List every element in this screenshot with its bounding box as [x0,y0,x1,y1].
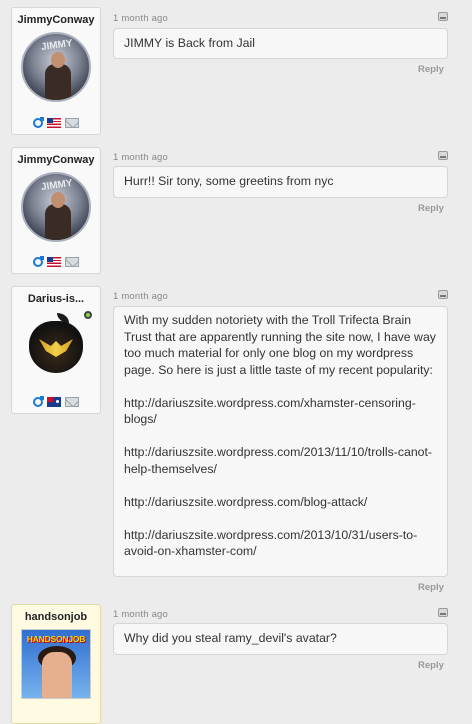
comment-time: 1 month ago [113,13,169,24]
blog-link[interactable]: http://dariuszsite.wordpress.com/blog-at… [124,494,437,511]
comment-time: 1 month ago [113,152,169,163]
reply-link[interactable]: Reply [418,64,444,75]
mail-icon[interactable] [65,118,79,128]
user-card: Darius-is... [11,286,101,414]
comment-item: JimmyConway JIMMY 1 month ago JIMMY is B… [0,0,472,140]
male-icon [33,256,44,267]
comment-bubble: Why did you steal ramy_devil's avatar? [113,623,448,655]
avatar[interactable]: JIMMY [21,172,91,242]
male-icon [33,396,44,407]
username-link[interactable]: handsonjob [12,611,100,623]
username-link[interactable]: JimmyConway [12,154,100,166]
user-card: JimmyConway JIMMY [11,147,101,274]
user-card: handsonjob HANDSONJOB [11,604,101,724]
avatar-caption: HANDSONJOB [26,634,86,644]
avatar[interactable]: JIMMY [21,32,91,102]
comment-item: Darius-is... 1 month ago With my sudden … [0,280,472,600]
blog-link[interactable]: http://dariuszsite.wordpress.com/2013/11… [124,444,437,477]
us-flag-icon [47,118,61,128]
comment-item: handsonjob HANDSONJOB 1 month ago Why di… [0,600,472,724]
avatar-caption: JIMMY [40,37,74,54]
avatar-caption: JIMMY [40,177,74,194]
reply-link[interactable]: Reply [418,203,444,214]
avatar-head [51,192,65,208]
comment-time: 1 month ago [113,609,169,620]
comment-bubble: Hurr!! Sir tony, some greetins from nyc [113,166,448,198]
report-icon[interactable] [438,151,448,160]
mail-icon[interactable] [65,397,79,407]
avatar-head [51,52,65,68]
reply-link[interactable]: Reply [418,660,444,671]
comment-text: JIMMY is Back from Jail [124,36,255,50]
report-icon[interactable] [438,290,448,299]
comment-text: Why did you steal ramy_devil's avatar? [124,631,337,645]
online-status-icon [84,311,92,319]
avatar[interactable] [21,311,91,381]
mail-icon[interactable] [65,257,79,267]
username-link[interactable]: JimmyConway [12,14,100,26]
reply-link[interactable]: Reply [418,582,444,593]
au-flag-icon [47,397,61,407]
avatar-figure [45,64,71,100]
username-link[interactable]: Darius-is... [12,293,100,305]
comment-bubble: JIMMY is Back from Jail [113,28,448,59]
comment-time: 1 month ago [113,291,169,302]
comment-item: JimmyConway JIMMY 1 month ago Hurr!! Sir… [0,140,472,280]
blog-link[interactable]: http://dariuszsite.wordpress.com/xhamste… [124,395,437,428]
user-card: JimmyConway JIMMY [11,7,101,135]
user-icons [12,396,100,407]
comment-text: Hurr!! Sir tony, some greetins from nyc [124,174,334,188]
avatar-figure [42,652,72,698]
report-icon[interactable] [438,608,448,617]
comment-paragraph: With my sudden notoriety with the Troll … [124,313,436,377]
male-icon [33,117,44,128]
us-flag-icon [47,257,61,267]
report-icon[interactable] [438,12,448,21]
user-icons [12,117,100,128]
user-icons [12,256,100,267]
comment-bubble: With my sudden notoriety with the Troll … [113,306,448,577]
blog-link[interactable]: http://dariuszsite.wordpress.com/2013/10… [124,527,437,560]
avatar-figure [45,204,71,240]
avatar[interactable]: HANDSONJOB [21,629,91,699]
